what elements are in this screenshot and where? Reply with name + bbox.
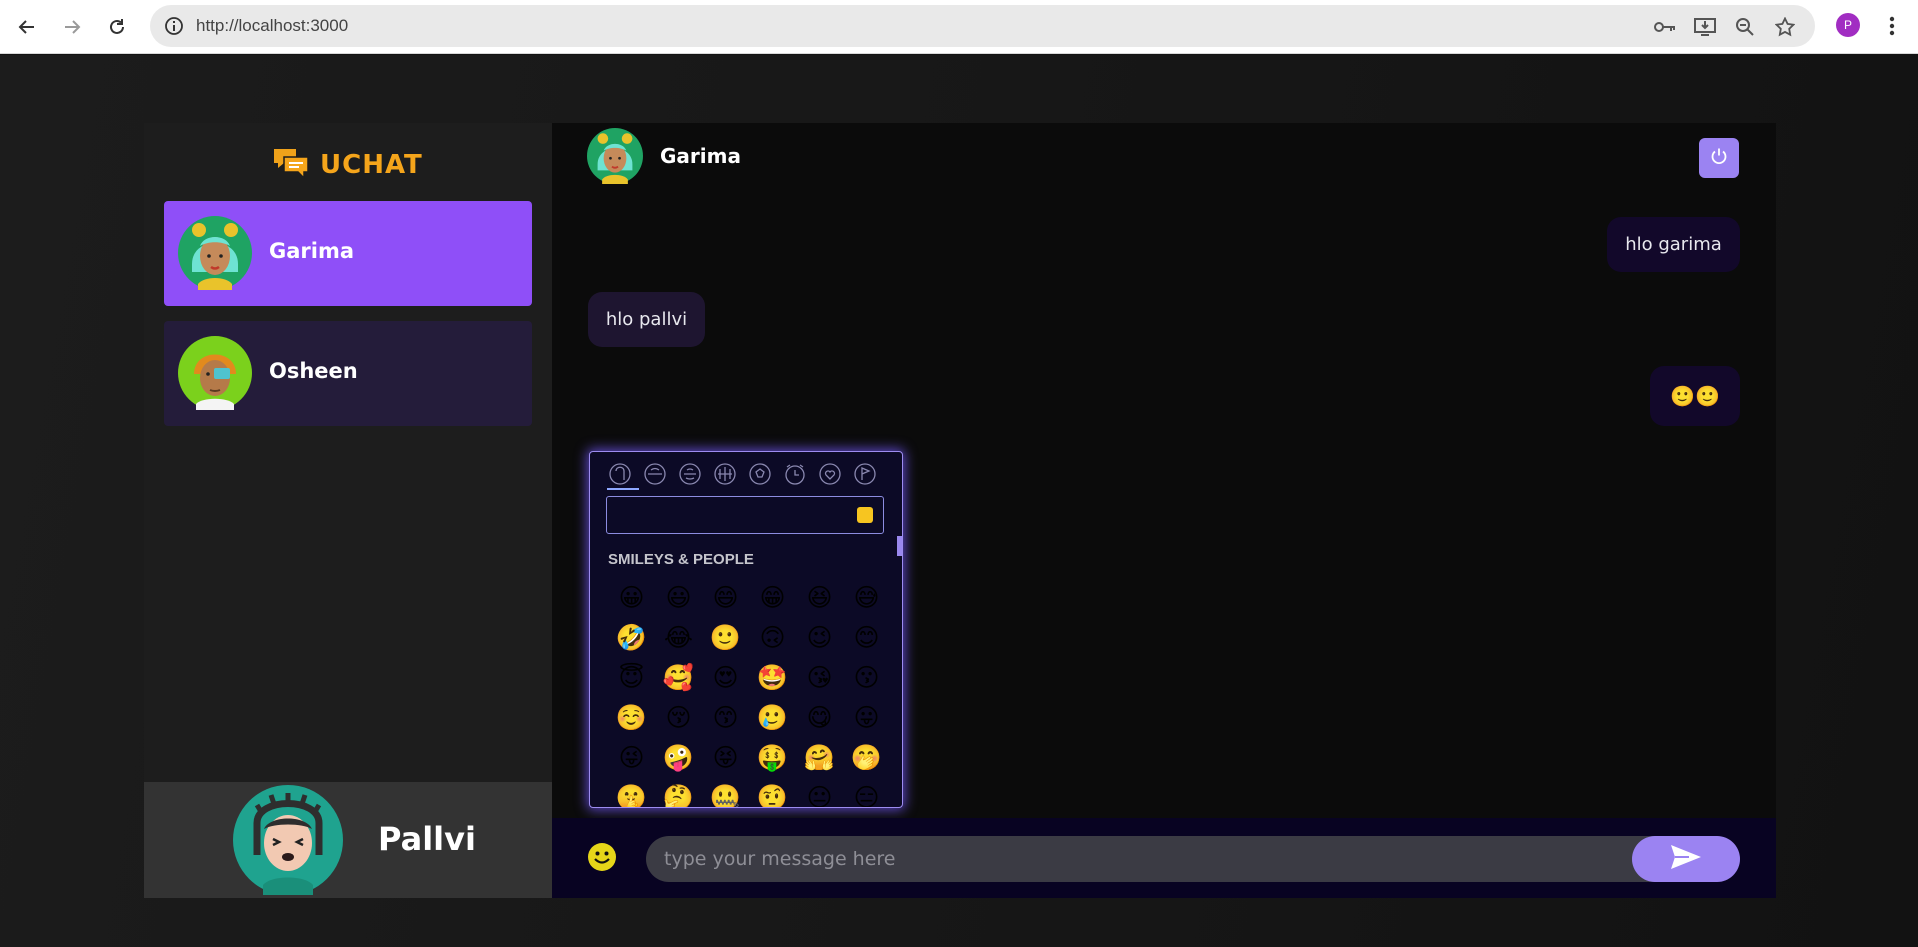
chat-bubbles-logo-icon [272, 145, 310, 185]
emoji-option[interactable]: 😜 [608, 742, 655, 774]
zoom-icon[interactable] [1733, 15, 1757, 39]
message-text: hlo garima [1625, 234, 1722, 255]
emoji-option[interactable]: 🤫 [608, 782, 655, 807]
emoji-category-flags-icon[interactable] [853, 462, 877, 486]
contact-item-osheen[interactable]: Osheen [164, 321, 532, 426]
message-text: hlo pallvi [605, 309, 688, 330]
emoji-option[interactable]: 😁 [749, 582, 796, 614]
emoji-option[interactable]: 😊 [843, 622, 890, 654]
message-text: 🙂🙂 [1670, 384, 1720, 408]
brand-title: UCHAT [320, 150, 423, 180]
emoji-grid: 😀 😃 😄 😁 😆 😅 🤣 😂 🙂 🙃 😉 😊 😇 🥰 😍 🤩 😘 😗 ☺️ 😚 😙 🥲 😋 😛 😜 🤪 😝 🤑 🤗 🤭 🤫 🤔 🤐 🤨 😐 😑 [608, 582, 898, 807]
emoji-option[interactable]: 🤭 [843, 742, 890, 774]
emoji-option[interactable]: 🤪 [655, 742, 702, 774]
skin-tone-selector[interactable] [857, 507, 873, 523]
emoji-option[interactable]: 😃 [655, 582, 702, 614]
emoji-option[interactable]: 😑 [843, 782, 890, 807]
emoji-category-animals-nature-icon[interactable] [643, 462, 667, 486]
logout-button[interactable] [1699, 138, 1739, 178]
send-button[interactable] [1632, 836, 1740, 882]
message-bubble-sent: 🙂🙂 [1650, 366, 1740, 426]
emoji-category-travel-places-icon[interactable] [713, 462, 737, 486]
emoji-option[interactable]: 😀 [608, 582, 655, 614]
emoji-category-activities-icon[interactable] [748, 462, 772, 486]
message-input[interactable] [646, 836, 1700, 882]
emoji-option[interactable]: 🙃 [749, 622, 796, 654]
emoji-option[interactable]: 😄 [702, 582, 749, 614]
current-user-name: Pallvi [378, 820, 476, 858]
emoji-category-symbols-icon[interactable] [818, 462, 842, 486]
emoji-option[interactable]: 🤨 [749, 782, 796, 807]
emoji-toggle-icon[interactable] [587, 842, 617, 872]
emoji-option[interactable]: 🥲 [749, 702, 796, 734]
password-key-icon[interactable] [1653, 15, 1677, 39]
power-icon [1710, 147, 1728, 169]
address-bar[interactable]: http://localhost:3000 [150, 5, 1815, 47]
emoji-option[interactable]: 🤔 [655, 782, 702, 807]
emoji-option[interactable]: ☺️ [608, 702, 655, 734]
contact-name: Osheen [269, 359, 358, 383]
contact-item-garima[interactable]: Garima [164, 201, 532, 306]
emoji-option[interactable]: 😛 [843, 702, 890, 734]
avatar [178, 336, 252, 410]
browser-menu-icon[interactable] [1886, 14, 1898, 40]
forward-icon[interactable] [57, 12, 87, 42]
emoji-option[interactable]: 😆 [796, 582, 843, 614]
emoji-option[interactable]: 😂 [655, 622, 702, 654]
emoji-category-smileys-people-icon[interactable] [608, 462, 632, 486]
send-icon [1669, 843, 1703, 875]
emoji-option[interactable]: 😙 [702, 702, 749, 734]
emoji-option[interactable]: 😅 [843, 582, 890, 614]
contact-name: Garima [269, 239, 355, 263]
site-info-icon[interactable] [164, 16, 184, 36]
emoji-option[interactable]: 😗 [843, 662, 890, 694]
emoji-option[interactable]: 😘 [796, 662, 843, 694]
emoji-search-input[interactable] [606, 496, 884, 534]
emoji-option[interactable]: 🙂 [702, 622, 749, 654]
emoji-scrollbar[interactable] [897, 536, 902, 556]
message-bubble-received: hlo pallvi [588, 292, 705, 347]
contacts-sidebar: UCHAT Garima Osheen Pallvi [144, 123, 552, 898]
emoji-option[interactable]: 🤑 [749, 742, 796, 774]
emoji-option[interactable]: 😋 [796, 702, 843, 734]
chat-header-avatar [587, 128, 643, 184]
emoji-option[interactable]: 🥰 [655, 662, 702, 694]
current-user-avatar [233, 785, 343, 895]
emoji-option[interactable]: 😐 [796, 782, 843, 807]
profile-avatar[interactable]: P [1836, 13, 1860, 37]
bookmark-star-icon[interactable] [1773, 15, 1797, 39]
reload-icon[interactable] [102, 12, 132, 42]
emoji-option[interactable]: 🤣 [608, 622, 655, 654]
message-input-bar [552, 818, 1776, 898]
install-app-icon[interactable] [1693, 15, 1717, 39]
message-bubble-sent: hlo garima [1607, 217, 1740, 272]
emoji-option[interactable]: 😇 [608, 662, 655, 694]
browser-toolbar: http://localhost:3000 P [0, 0, 1918, 54]
emoji-picker: SMILEYS & PEOPLE 😀 😃 😄 😁 😆 😅 🤣 😂 🙂 🙃 😉 😊 😇 🥰 😍 🤩 😘 😗 ☺️ 😚 😙 🥲… [589, 451, 903, 808]
emoji-category-label: SMILEYS & PEOPLE [608, 551, 754, 568]
emoji-option[interactable]: 🤐 [702, 782, 749, 807]
emoji-category-objects-icon[interactable] [783, 462, 807, 486]
chat-header-name: Garima [660, 144, 741, 168]
url-text: http://localhost:3000 [196, 16, 349, 35]
avatar [178, 216, 252, 290]
emoji-option[interactable]: 😚 [655, 702, 702, 734]
emoji-option[interactable]: 😍 [702, 662, 749, 694]
emoji-category-food-drink-icon[interactable] [678, 462, 702, 486]
back-icon[interactable] [12, 12, 42, 42]
active-category-indicator [607, 488, 639, 490]
emoji-option[interactable]: 🤗 [796, 742, 843, 774]
emoji-option[interactable]: 🤩 [749, 662, 796, 694]
emoji-option[interactable]: 😝 [702, 742, 749, 774]
emoji-option[interactable]: 😉 [796, 622, 843, 654]
current-user-panel: Pallvi [144, 782, 552, 898]
brand: UCHAT [272, 145, 423, 185]
